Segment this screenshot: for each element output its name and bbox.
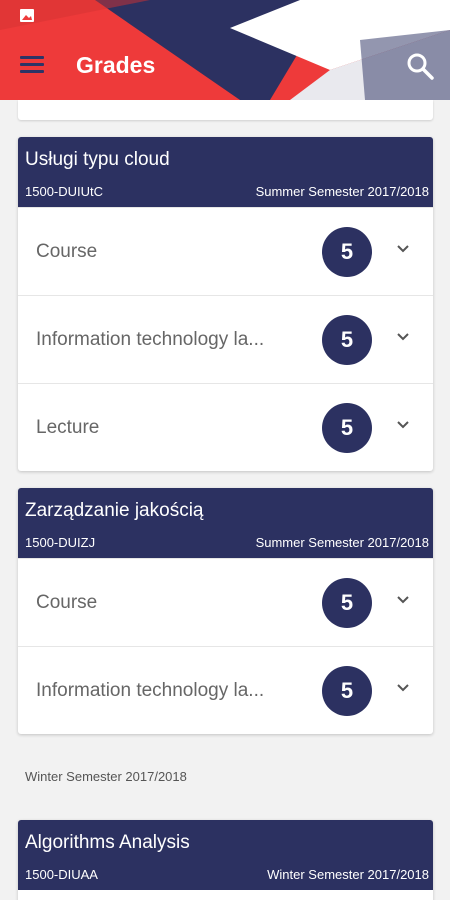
course-semester: Winter Semester 2017/2018 xyxy=(267,867,429,882)
svg-text:HD: HD xyxy=(304,13,314,20)
course-title: Usługi typu cloud xyxy=(25,149,170,170)
grade-row[interactable]: Course 5 xyxy=(18,207,433,295)
battery-icon xyxy=(381,7,390,23)
course-semester: Summer Semester 2017/2018 xyxy=(255,184,429,199)
chevron-down-icon[interactable] xyxy=(396,683,410,693)
grade-row[interactable]: Information technology la... 5 xyxy=(18,295,433,383)
grade-row[interactable]: Information technology la... 5 xyxy=(18,646,433,734)
course-code: 1500-DUIZJ xyxy=(25,535,96,550)
grade-badge: 5 xyxy=(322,666,372,716)
status-bar: HD 57% 11:23 xyxy=(0,0,450,32)
grade-badge: 5 xyxy=(322,578,372,628)
grade-badge: 5 xyxy=(322,227,372,277)
signal-icon xyxy=(322,9,338,22)
chevron-down-icon[interactable] xyxy=(396,244,410,254)
chevron-down-icon[interactable] xyxy=(396,332,410,342)
grade-row[interactable]: Lecture 5 xyxy=(18,383,433,471)
hd-icon: HD xyxy=(302,9,317,21)
course-header: Usługi typu cloud 1500-DUIUtC Summer Sem… xyxy=(18,137,433,207)
vibrate-icon xyxy=(283,7,297,23)
course-header: Algorithms Analysis 1500-DIUAA Winter Se… xyxy=(18,820,433,890)
grade-type-label: Information technology la... xyxy=(36,329,265,350)
grade-type-label: Course xyxy=(36,241,98,262)
app-header: HD 57% 11:23 Grades xyxy=(0,0,450,100)
battery-percent: 57% xyxy=(344,6,377,23)
grade-type-label: Lecture xyxy=(36,417,100,438)
gallery-icon xyxy=(20,9,34,22)
course-semester: Summer Semester 2017/2018 xyxy=(255,535,429,550)
grade-type-label: Information technology la... xyxy=(36,680,265,701)
previous-course-card xyxy=(18,100,433,120)
chevron-down-icon[interactable] xyxy=(396,420,410,430)
course-card: Algorithms Analysis 1500-DIUAA Winter Se… xyxy=(18,820,433,900)
course-card: Usługi typu cloud 1500-DUIUtC Summer Sem… xyxy=(18,137,433,471)
course-code: 1500-DUIUtC xyxy=(25,184,104,199)
grades-list[interactable]: Usługi typu cloud 1500-DUIUtC Summer Sem… xyxy=(0,100,450,900)
hamburger-menu-icon[interactable] xyxy=(20,52,48,80)
clock: 11:23 xyxy=(395,6,434,23)
app-bar: Grades xyxy=(0,32,450,100)
semester-section-label: Winter Semester 2017/2018 xyxy=(25,769,187,784)
course-header: Zarządzanie jakością 1500-DUIZJ Summer S… xyxy=(18,488,433,558)
course-title: Algorithms Analysis xyxy=(25,832,190,853)
chevron-down-icon[interactable] xyxy=(396,595,410,605)
course-title: Zarządzanie jakością xyxy=(25,500,204,521)
page-title: Grades xyxy=(76,52,156,78)
search-icon[interactable] xyxy=(404,50,436,82)
grade-badge: 5 xyxy=(322,403,372,453)
grade-row[interactable]: Course 5 xyxy=(18,558,433,646)
grade-badge: 5 xyxy=(322,315,372,365)
grade-type-label: Course xyxy=(36,592,98,613)
course-code: 1500-DIUAA xyxy=(25,867,98,882)
course-card: Zarządzanie jakością 1500-DUIZJ Summer S… xyxy=(18,488,433,734)
